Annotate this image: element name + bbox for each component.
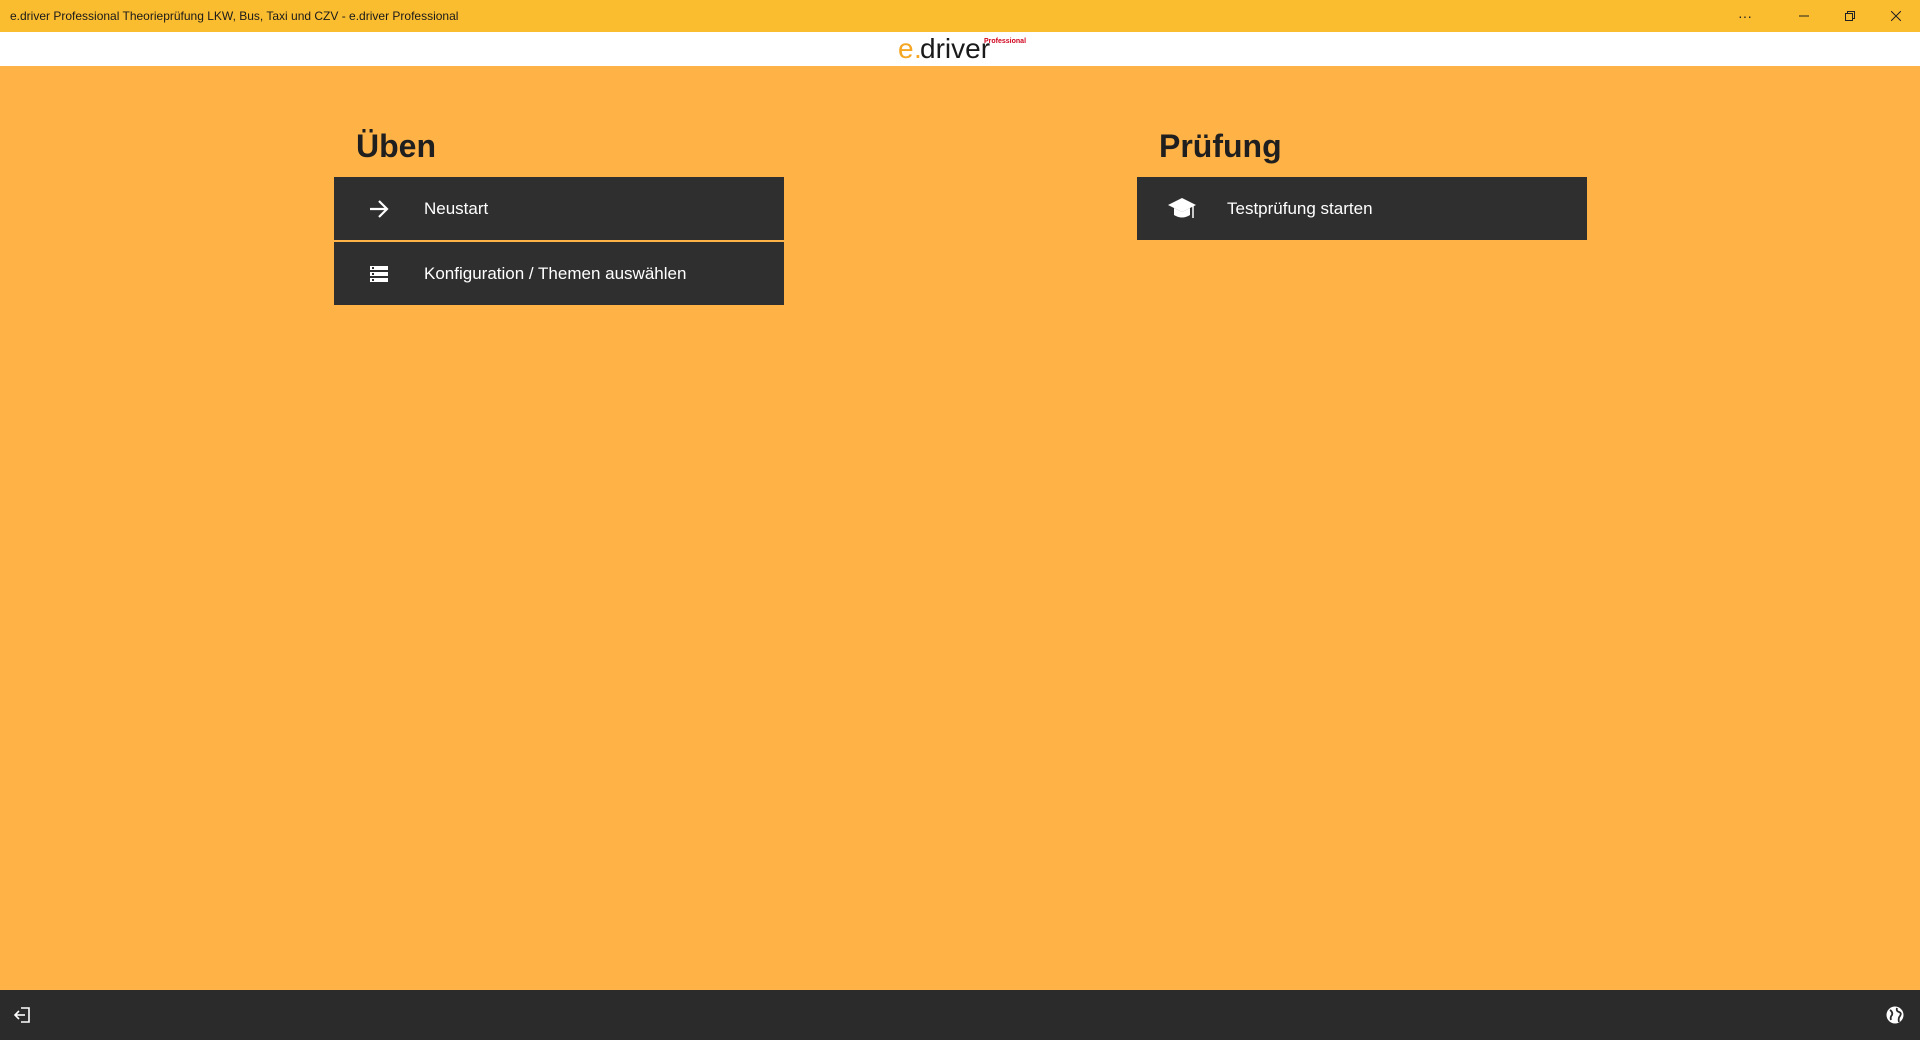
minimize-button[interactable] (1781, 0, 1827, 32)
practice-heading: Üben (356, 128, 436, 164)
configure-topics-label: Konfiguration / Themen auswählen (424, 263, 687, 283)
close-icon (1891, 11, 1901, 21)
logo-driver: driver (920, 33, 991, 64)
arrow-right-icon (370, 199, 389, 218)
bottom-bar (0, 990, 1920, 1040)
configure-topics-button[interactable]: Konfiguration / Themen auswählen (334, 242, 784, 305)
graduation-cap-icon (1168, 197, 1196, 218)
close-button[interactable] (1873, 0, 1919, 32)
restart-button[interactable]: Neustart (334, 177, 784, 240)
start-test-exam-button[interactable]: Testprüfung starten (1137, 177, 1587, 240)
logout-icon (13, 1007, 30, 1023)
restore-button[interactable] (1827, 0, 1873, 32)
window-title: e.driver Professional Theorieprüfung LKW… (10, 9, 459, 23)
restore-icon (1845, 11, 1855, 21)
more-options-button[interactable]: ··· (1722, 0, 1768, 32)
logo-badge: Professional (984, 38, 1027, 45)
more-icon: ··· (1738, 8, 1752, 24)
exam-heading: Prüfung (1159, 128, 1282, 164)
logo-e: e (898, 33, 914, 64)
window-titlebar: e.driver Professional Theorieprüfung LKW… (0, 0, 1920, 32)
globe-icon (1886, 1006, 1904, 1024)
list-icon (370, 265, 388, 282)
logout-button[interactable] (0, 990, 46, 1040)
logo-bar: e . driver Professional (0, 32, 1920, 66)
edriver-logo: e . driver Professional (898, 34, 1028, 64)
language-button[interactable] (1872, 990, 1918, 1040)
minimize-icon (1799, 15, 1809, 17)
start-test-exam-label: Testprüfung starten (1227, 198, 1373, 218)
restart-label: Neustart (424, 198, 489, 218)
